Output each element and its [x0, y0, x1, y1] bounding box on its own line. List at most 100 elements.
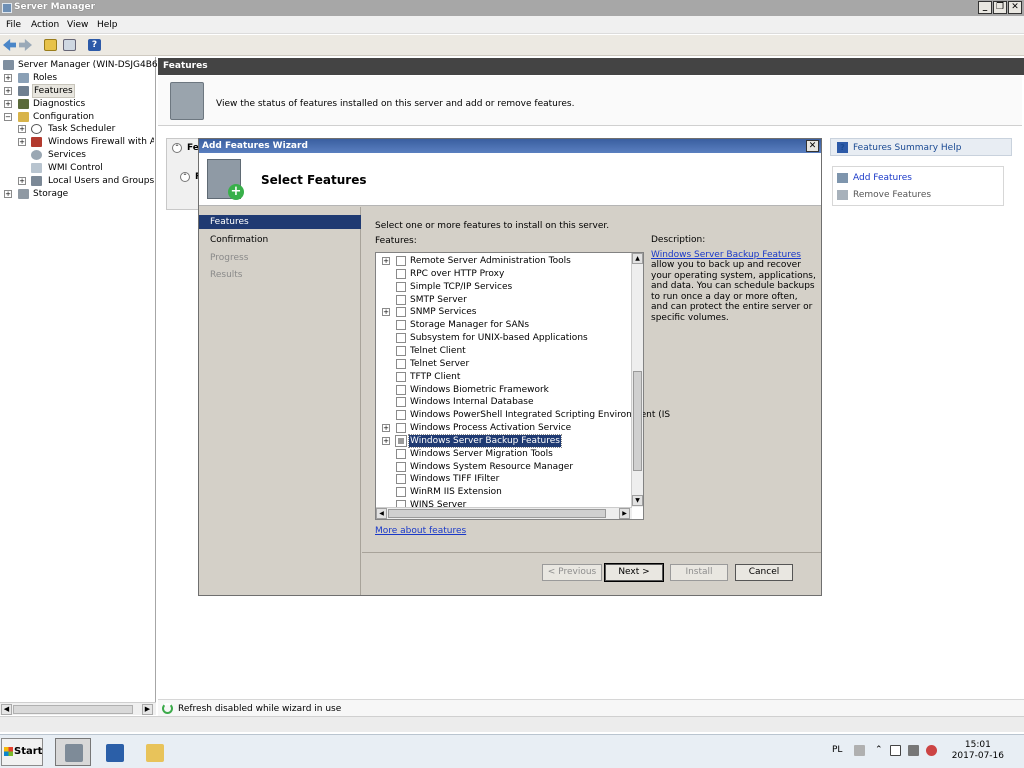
- show-hidden-icons-chevron-icon[interactable]: ⌃: [875, 746, 886, 757]
- expand-icon[interactable]: +: [18, 125, 26, 133]
- feature-checkbox[interactable]: [396, 358, 406, 369]
- tree-item-roles[interactable]: + Roles: [4, 72, 154, 84]
- previous-button[interactable]: < Previous: [542, 564, 602, 581]
- expand-icon[interactable]: +: [4, 190, 12, 198]
- expand-icon[interactable]: +: [382, 308, 390, 317]
- tree-item-services[interactable]: Services: [18, 149, 154, 161]
- feature-checkbox[interactable]: [396, 268, 406, 279]
- tree-item-task-scheduler[interactable]: + Task Scheduler: [18, 123, 154, 135]
- language-indicator[interactable]: PL: [832, 745, 842, 755]
- scroll-right-icon[interactable]: ▶: [142, 704, 153, 715]
- description-link[interactable]: Windows Server Backup Features: [651, 250, 801, 260]
- feature-item[interactable]: Telnet Server: [376, 358, 634, 370]
- feature-item[interactable]: Windows System Resource Manager: [376, 461, 634, 473]
- start-button[interactable]: Start: [1, 738, 43, 766]
- menu-action[interactable]: Action: [31, 20, 59, 30]
- expand-icon[interactable]: +: [382, 257, 390, 265]
- menu-help[interactable]: Help: [97, 20, 118, 30]
- collapse-chevron-icon[interactable]: ⌃: [172, 143, 182, 153]
- feature-checkbox[interactable]: [396, 345, 406, 356]
- tree-item-wmi-control[interactable]: WMI Control: [18, 162, 154, 174]
- feature-item[interactable]: RPC over HTTP Proxy: [376, 268, 634, 280]
- scroll-right-icon[interactable]: ▶: [619, 508, 630, 519]
- features-horizontal-scrollbar[interactable]: ◀ ▶: [376, 507, 632, 519]
- feature-checkbox[interactable]: [396, 333, 406, 344]
- remove-features-link[interactable]: Remove Features: [853, 190, 931, 200]
- feature-item[interactable]: WinRM IIS Extension: [376, 486, 634, 498]
- feature-item[interactable]: Subsystem for UNIX-based Applications: [376, 332, 634, 344]
- feature-item[interactable]: Storage Manager for SANs: [376, 319, 634, 331]
- feature-checkbox[interactable]: [396, 397, 406, 408]
- menu-view[interactable]: View: [67, 20, 88, 30]
- expand-icon[interactable]: +: [4, 74, 12, 82]
- expand-icon[interactable]: +: [4, 100, 12, 108]
- next-button[interactable]: Next >: [604, 563, 664, 582]
- clock[interactable]: 15:01 2017-07-16: [952, 740, 1004, 762]
- tree-item-features[interactable]: + Features: [4, 84, 154, 98]
- tree-item-windows-firewall[interactable]: + Windows Firewall with Adva: [18, 136, 154, 148]
- scroll-thumb[interactable]: [13, 705, 133, 714]
- keyboard-icon[interactable]: [854, 745, 865, 756]
- step-confirmation[interactable]: Confirmation: [199, 233, 361, 247]
- action-center-flag-icon[interactable]: [890, 745, 901, 756]
- taskbar-explorer[interactable]: [136, 738, 172, 766]
- tree-item-local-users[interactable]: + Local Users and Groups: [18, 175, 154, 187]
- scroll-thumb[interactable]: [388, 509, 606, 518]
- scroll-up-icon[interactable]: ▲: [632, 253, 643, 264]
- expand-icon[interactable]: +: [18, 177, 26, 185]
- expand-icon[interactable]: +: [382, 424, 390, 433]
- feature-checkbox[interactable]: [396, 487, 406, 498]
- feature-item[interactable]: Telnet Client: [376, 345, 634, 357]
- feature-item[interactable]: + Remote Server Administration Tools: [376, 255, 634, 267]
- feature-checkbox[interactable]: [396, 294, 406, 305]
- expand-icon[interactable]: +: [382, 436, 390, 445]
- taskbar-server-manager[interactable]: [55, 738, 91, 766]
- scroll-thumb[interactable]: [633, 371, 642, 471]
- feature-item[interactable]: + SNMP Services: [376, 306, 634, 318]
- feature-checkbox[interactable]: [396, 461, 406, 472]
- tree-item-diagnostics[interactable]: + Diagnostics: [4, 98, 154, 110]
- tree-horizontal-scrollbar[interactable]: ◀ ▶: [0, 702, 156, 715]
- show-hide-tree-icon[interactable]: [63, 39, 76, 51]
- close-button[interactable]: ✕: [1008, 1, 1022, 14]
- collapse-chevron-icon[interactable]: ⌃: [180, 172, 190, 182]
- features-summary-help[interactable]: ? Features Summary Help: [830, 138, 1012, 156]
- feature-checkbox[interactable]: [396, 307, 406, 318]
- more-about-features-link[interactable]: More about features: [375, 526, 466, 536]
- forward-arrow-icon[interactable]: [19, 39, 32, 51]
- feature-item[interactable]: SMTP Server: [376, 294, 634, 306]
- feature-item[interactable]: Windows TIFF IFilter: [376, 473, 634, 485]
- collapse-icon[interactable]: −: [4, 113, 12, 121]
- feature-item[interactable]: Windows PowerShell Integrated Scripting …: [376, 409, 670, 421]
- feature-item[interactable]: + Windows Server Backup Features: [376, 433, 634, 448]
- expand-icon[interactable]: +: [18, 138, 26, 146]
- scroll-down-icon[interactable]: ▼: [632, 495, 643, 506]
- features-vertical-scrollbar[interactable]: ▲ ▼: [631, 253, 643, 507]
- feature-checkbox[interactable]: [396, 320, 406, 331]
- up-folder-icon[interactable]: [44, 39, 57, 51]
- dialog-close-icon[interactable]: ✕: [806, 140, 819, 152]
- minimize-button[interactable]: _: [978, 1, 992, 14]
- taskbar-powershell[interactable]: [96, 738, 132, 766]
- feature-item[interactable]: Simple TCP/IP Services: [376, 281, 634, 293]
- feature-checkbox[interactable]: [396, 384, 406, 395]
- feature-checkbox[interactable]: [396, 371, 406, 382]
- feature-item[interactable]: + Windows Process Activation Service: [376, 422, 634, 434]
- install-button[interactable]: Install: [670, 564, 728, 581]
- scroll-left-icon[interactable]: ◀: [1, 704, 12, 715]
- feature-checkbox[interactable]: [396, 448, 406, 459]
- feature-item[interactable]: Windows Internal Database: [376, 396, 634, 408]
- back-arrow-icon[interactable]: [3, 39, 16, 51]
- menu-file[interactable]: File: [6, 20, 21, 30]
- volume-muted-icon[interactable]: [926, 745, 937, 756]
- feature-checkbox[interactable]: [396, 410, 406, 421]
- feature-checkbox[interactable]: [396, 474, 406, 485]
- feature-item[interactable]: TFTP Client: [376, 371, 634, 383]
- feature-checkbox[interactable]: [396, 281, 406, 292]
- feature-item[interactable]: Windows Server Migration Tools: [376, 448, 634, 460]
- tree-item-configuration[interactable]: − Configuration: [4, 111, 154, 123]
- scroll-left-icon[interactable]: ◀: [376, 508, 387, 519]
- cancel-button[interactable]: Cancel: [735, 564, 793, 581]
- add-features-link[interactable]: Add Features: [853, 173, 912, 183]
- network-icon[interactable]: [908, 745, 919, 756]
